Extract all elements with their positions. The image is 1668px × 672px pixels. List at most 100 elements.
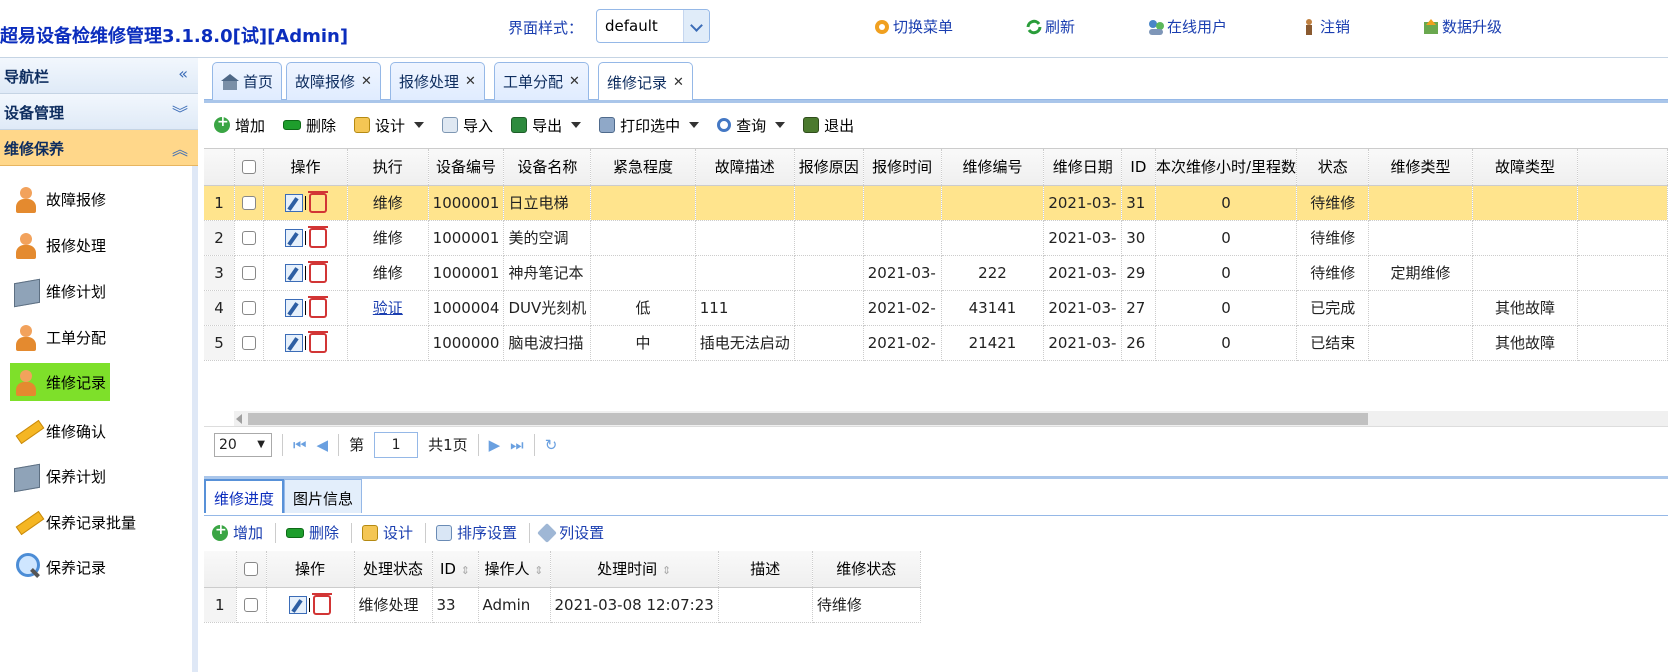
sidebar-item-fault-report[interactable]: 故障报修 xyxy=(10,180,106,218)
column-header[interactable]: ID xyxy=(1121,149,1156,186)
first-page-icon[interactable]: ⏮ xyxy=(293,436,307,454)
edit-icon[interactable] xyxy=(284,298,303,317)
sidebar-item-maintenance-batch[interactable]: 保养记录批量 xyxy=(10,503,136,541)
edit-icon[interactable] xyxy=(284,333,303,352)
last-page-icon[interactable]: ⏭ xyxy=(510,436,524,454)
sidebar-item-maintenance-plan[interactable]: 保养计划 xyxy=(10,457,106,495)
edit-icon[interactable] xyxy=(284,263,303,282)
reload-icon[interactable]: ↻ xyxy=(545,436,558,454)
select-all-checkbox-cell[interactable] xyxy=(236,551,267,588)
page-size-select[interactable]: 20 ▼ xyxy=(214,432,272,457)
column-header[interactable]: 状态 xyxy=(1296,149,1370,186)
export-button[interactable]: 导出 xyxy=(511,115,582,136)
scroll-left-icon[interactable] xyxy=(236,414,242,424)
close-icon[interactable]: ✕ xyxy=(361,74,372,89)
close-icon[interactable]: ✕ xyxy=(673,75,684,90)
sidebar-item-repair-plan[interactable]: 维修计划 xyxy=(10,272,106,310)
row-checkbox-cell[interactable] xyxy=(234,255,265,291)
tab-repair-progress[interactable]: 维修进度 xyxy=(204,479,285,513)
column-header[interactable]: 处理时间 ⇕ xyxy=(550,551,719,588)
tab-report-handling[interactable]: 报修处理 ✕ xyxy=(390,62,485,100)
column-header[interactable]: 报修时间 xyxy=(863,149,942,186)
column-header[interactable]: 操作人 ⇕ xyxy=(478,551,551,588)
column-header[interactable]: 设备名称 xyxy=(503,149,592,186)
verify-link[interactable]: 验证 xyxy=(373,299,403,317)
row-checkbox-cell[interactable] xyxy=(234,220,265,256)
column-header[interactable]: 故障类型 xyxy=(1472,149,1579,186)
edit-icon[interactable] xyxy=(289,595,307,614)
row-checkbox[interactable] xyxy=(242,231,257,245)
trash-icon[interactable] xyxy=(307,330,328,353)
horizontal-scrollbar[interactable] xyxy=(234,411,1668,427)
tab-fault-report[interactable]: 故障报修 ✕ xyxy=(286,62,381,100)
column-header[interactable]: 操作 xyxy=(263,149,348,186)
edit-icon[interactable] xyxy=(284,228,303,247)
cell-exec[interactable]: 验证 xyxy=(347,290,429,326)
expand-down-icon[interactable]: ︾ xyxy=(172,100,188,124)
row-checkbox[interactable] xyxy=(242,336,257,350)
column-header[interactable]: 描述 xyxy=(718,551,813,588)
scrollbar-thumb[interactable] xyxy=(248,413,1368,425)
edit-icon[interactable] xyxy=(284,193,303,212)
column-header[interactable]: ID ⇕ xyxy=(432,551,479,588)
table-row[interactable]: 1 维修处理 33 Admin 2021-03-08 12:07:23 待维修 xyxy=(204,587,921,623)
trash-icon[interactable] xyxy=(307,260,328,283)
online-users-link[interactable]: 在线用户 xyxy=(1147,16,1227,37)
tab-work-order[interactable]: 工单分配 ✕ xyxy=(494,62,589,100)
table-row[interactable]: 1 维修 1000001 日立电梯 2021-03- 31 0 待维修 xyxy=(204,185,1668,221)
add-button[interactable]: 增加 xyxy=(214,114,265,136)
trash-icon[interactable] xyxy=(307,190,328,213)
table-row[interactable]: 2 维修 1000001 美的空调 2021-03- 30 0 待维修 xyxy=(204,220,1668,256)
row-checkbox-cell[interactable] xyxy=(236,587,267,623)
select-all-checkbox-cell[interactable] xyxy=(234,149,265,186)
column-header[interactable]: 维修编号 xyxy=(941,149,1045,186)
switch-menu-link[interactable]: 切换菜单 xyxy=(873,16,953,37)
theme-select[interactable]: default xyxy=(596,9,710,43)
tab-home[interactable]: 首页 xyxy=(212,62,283,100)
tab-image-info[interactable]: 图片信息 xyxy=(284,479,363,513)
detail-sort-button[interactable]: 排序设置 xyxy=(436,522,517,543)
trash-icon[interactable] xyxy=(307,295,328,318)
query-button[interactable]: 查询 xyxy=(717,115,786,136)
sidebar-item-work-order[interactable]: 工单分配 xyxy=(10,318,106,356)
column-header[interactable]: 紧急程度 xyxy=(590,149,696,186)
print-button[interactable]: 打印选中 xyxy=(599,115,700,136)
row-checkbox[interactable] xyxy=(242,301,257,315)
column-header[interactable]: 本次维修小时/里程数 xyxy=(1155,149,1298,186)
select-all-checkbox[interactable] xyxy=(242,160,257,175)
trash-icon[interactable] xyxy=(312,592,332,615)
exit-button[interactable]: 退出 xyxy=(803,115,854,136)
tab-repair-record[interactable]: 维修记录 ✕ xyxy=(598,62,693,101)
prev-page-icon[interactable]: ◀ xyxy=(317,436,329,454)
column-header[interactable]: 执行 xyxy=(347,149,429,186)
sidebar-item-report-handling[interactable]: 报修处理 xyxy=(10,226,106,264)
column-header[interactable]: 处理状态 xyxy=(354,551,433,588)
close-icon[interactable]: ✕ xyxy=(465,74,476,89)
detail-delete-button[interactable]: 删除 xyxy=(286,522,339,543)
column-header[interactable]: 设备编号 xyxy=(428,149,505,186)
collapse-left-icon[interactable]: « xyxy=(178,64,188,83)
row-checkbox[interactable] xyxy=(244,598,258,612)
delete-button[interactable]: 删除 xyxy=(283,115,336,136)
column-header[interactable]: 维修状态 xyxy=(812,551,921,588)
section-equipment[interactable]: 设备管理 ︾ xyxy=(0,94,198,130)
sidebar-item-repair-confirm[interactable]: 维修确认 xyxy=(10,412,106,450)
chevron-down-icon[interactable] xyxy=(683,10,709,42)
column-header[interactable]: 故障描述 xyxy=(695,149,795,186)
page-number-input[interactable]: 1 xyxy=(374,431,419,458)
row-checkbox[interactable] xyxy=(242,266,257,280)
row-checkbox-cell[interactable] xyxy=(234,325,265,361)
collapse-up-icon[interactable]: ︽ xyxy=(172,136,188,160)
select-all-checkbox[interactable] xyxy=(244,562,258,577)
column-header[interactable]: 操作 xyxy=(266,551,355,588)
nav-panel-header[interactable]: 导航栏 « xyxy=(0,58,198,94)
design-button[interactable]: 设计 xyxy=(354,115,425,136)
logout-link[interactable]: 注销 xyxy=(1300,16,1350,37)
table-row[interactable]: 4 验证 1000004 DUV光刻机低 111 2021-02- 43141 2021-03… xyxy=(204,290,1668,326)
row-checkbox-cell[interactable] xyxy=(234,290,265,326)
detail-columns-button[interactable]: 列设置 xyxy=(537,522,604,543)
detail-add-button[interactable]: 增加 xyxy=(212,522,263,543)
column-header[interactable]: 报修原因 xyxy=(794,149,864,186)
import-button[interactable]: 导入 xyxy=(442,115,493,136)
detail-design-button[interactable]: 设计 xyxy=(362,522,413,543)
